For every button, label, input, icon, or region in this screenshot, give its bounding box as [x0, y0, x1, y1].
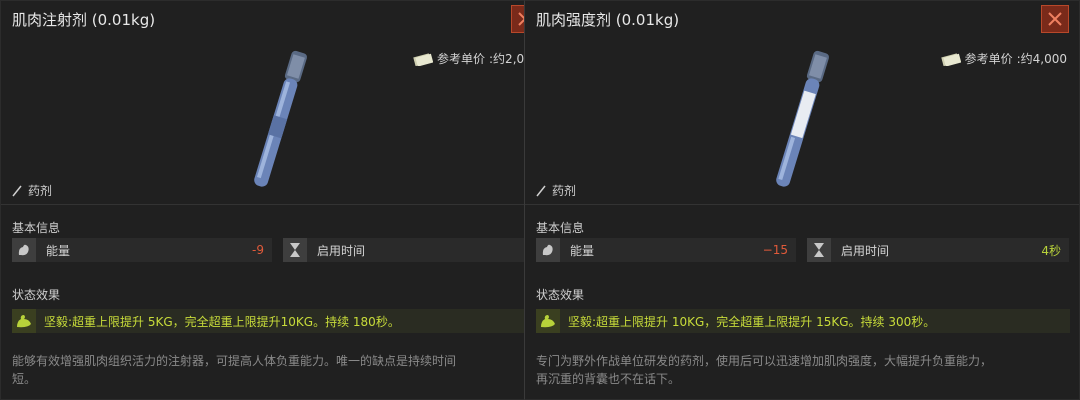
category-row: 药剂 [536, 182, 576, 199]
divider [1, 204, 525, 205]
desc-line: 能够有效增强肌肉组织活力的注射器，可提高人体负重能力。唯一的缺点是持续时间 [12, 354, 457, 368]
close-button[interactable] [1041, 5, 1069, 33]
category-label: 药剂 [552, 184, 577, 198]
effect-row: 坚毅: 超重上限提升 10KG，完全超重上限提升 15KG。持续 300秒。 [536, 309, 1070, 333]
activation-time-stat: 启用时间 4 [283, 238, 525, 262]
time-label: 启用时间 [317, 243, 366, 258]
desc-line: 专门为野外作战单位研发的药剂，使用后可以迅速增加肌肉强度，大幅提升负重能力， [536, 354, 993, 368]
effect-row: 坚毅: 超重上限提升 5KG，完全超重上限提升10KG。持续 180秒。 [12, 309, 525, 333]
energy-stat: 能量 -9 [12, 238, 272, 262]
activation-time-stat: 启用时间 4秒 [807, 238, 1069, 262]
basic-info-heading: 基本信息 [536, 221, 585, 235]
status-effect-heading: 状态效果 [536, 288, 585, 302]
hourglass-icon [807, 238, 831, 262]
price-label: 参考单价 [964, 52, 1013, 66]
hourglass-icon [283, 238, 307, 262]
item-title: 肌肉强度剂 (0.01kg) [536, 11, 680, 29]
syringe-item-image [776, 50, 829, 187]
price-label: 参考单价 [437, 52, 486, 66]
money-icon [940, 52, 961, 66]
effect-text: 超重上限提升 10KG，完全超重上限提升 15KG。持续 300秒。 [596, 314, 936, 329]
price-row: 参考单价 :约2,0 [413, 50, 524, 67]
item-title: 肌肉注射剂 (0.01kg) [12, 11, 156, 29]
energy-label: 能量 [46, 243, 71, 258]
syringe-item-image [254, 50, 307, 187]
category-row: 药剂 [12, 182, 52, 199]
close-icon [1048, 12, 1062, 26]
energy-stat: 能量 −15 [536, 238, 796, 262]
item-panel-muscle-strength: 肌肉强度剂 (0.01kg) 参考单价 :约4,000 药剂 基本信息 能量 −… [524, 0, 1080, 400]
category-label: 药剂 [28, 184, 53, 198]
desc-line: 再沉重的背囊也不在话下。 [536, 372, 681, 386]
muscle-icon [12, 309, 36, 333]
desc-line: 短。 [12, 372, 37, 386]
energy-value: -9 [252, 243, 264, 257]
effect-name: 坚毅: [568, 314, 597, 329]
effect-name: 坚毅: [44, 314, 73, 329]
price-value: :约2,0 [489, 52, 525, 66]
price-row: 参考单价 :约4,000 [940, 50, 1067, 67]
basic-info-heading: 基本信息 [12, 221, 61, 235]
syringe-icon [12, 185, 22, 196]
syringe-icon [536, 185, 546, 196]
item-description: 专门为野外作战单位研发的药剂，使用后可以迅速增加肌肉强度，大幅提升负重能力， 再… [536, 352, 1066, 388]
muscle-icon [536, 309, 560, 333]
money-icon [413, 52, 433, 66]
energy-label: 能量 [570, 243, 595, 258]
time-value: 4秒 [1041, 243, 1061, 258]
energy-value: −15 [762, 243, 788, 257]
stomach-icon [12, 238, 36, 262]
item-description: 能够有效增强肌肉组织活力的注射器，可提高人体负重能力。唯一的缺点是持续时间 短。 [12, 352, 525, 388]
time-label: 启用时间 [841, 243, 890, 258]
price-value: :约4,000 [1016, 52, 1067, 66]
status-effect-heading: 状态效果 [12, 288, 61, 302]
divider [525, 204, 1079, 205]
effect-text: 超重上限提升 5KG，完全超重上限提升10KG。持续 180秒。 [72, 314, 400, 329]
stomach-icon [536, 238, 560, 262]
item-panel-muscle-injection: 肌肉注射剂 (0.01kg) 参考单价 :约2,0 药剂 基本信息 能量 -9 … [0, 0, 526, 400]
